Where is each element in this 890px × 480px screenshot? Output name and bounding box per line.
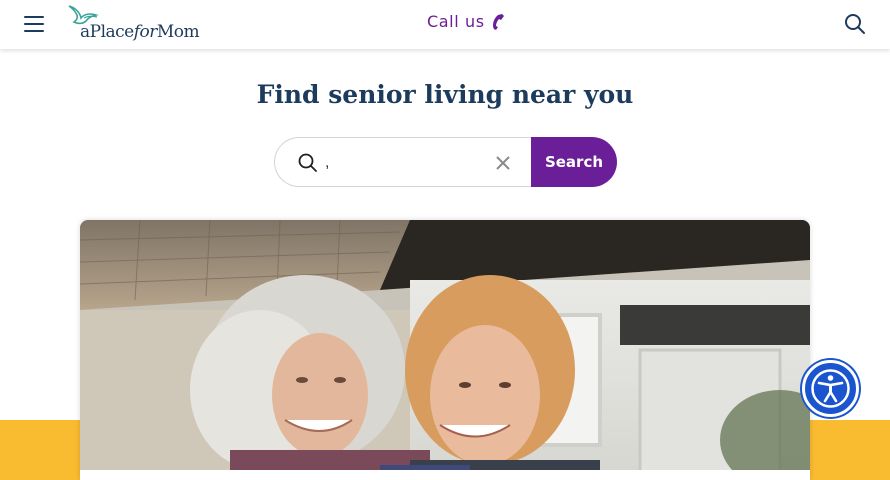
phone-icon xyxy=(492,13,504,30)
location-search: Search xyxy=(274,137,617,187)
search-input[interactable] xyxy=(325,150,475,176)
hamburger-menu-icon[interactable] xyxy=(22,13,46,35)
close-icon[interactable] xyxy=(493,153,513,173)
search-field[interactable] xyxy=(274,137,544,187)
search-icon xyxy=(298,153,317,172)
hero-photo xyxy=(80,220,810,480)
accessibility-button[interactable] xyxy=(802,360,859,417)
call-us-label: Call us xyxy=(427,12,485,31)
logo[interactable]: aPlaceforMom xyxy=(66,4,200,46)
search-button[interactable]: Search xyxy=(531,137,617,187)
call-us-link[interactable]: Call us xyxy=(427,12,505,31)
site-header: aPlaceforMom Call us xyxy=(0,0,890,49)
logo-wordmark: aPlaceforMom xyxy=(80,22,200,42)
hero-card-bottom xyxy=(80,470,810,480)
accessibility-icon xyxy=(811,369,850,408)
header-search-icon[interactable] xyxy=(843,12,867,36)
page-title: Find senior living near you xyxy=(256,80,634,109)
